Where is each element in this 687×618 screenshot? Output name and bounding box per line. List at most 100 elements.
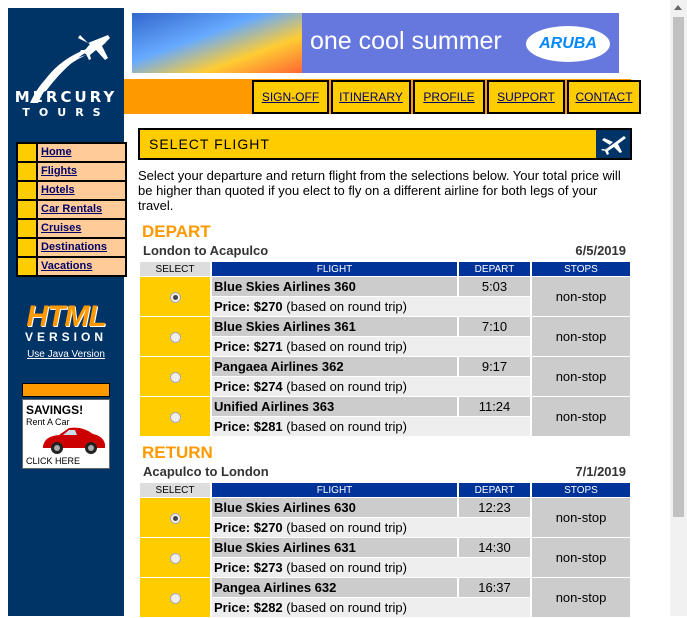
- nav-link-cruises[interactable]: Cruises: [38, 220, 125, 237]
- radio-cell[interactable]: [140, 277, 210, 316]
- radio-button[interactable]: [169, 552, 181, 564]
- html-version-subtitle: VERSION: [24, 330, 107, 344]
- price-value: Price: $270: [214, 520, 283, 535]
- side-nav-row-car-rentals: Car Rentals: [18, 201, 125, 218]
- flight-time: 16:37: [459, 578, 530, 597]
- flight-name: Unified Airlines 363: [212, 397, 457, 416]
- ad-click-here: CLICK HERE: [26, 456, 81, 466]
- depart-route: London to Acapulco 6/5/2019: [143, 243, 626, 258]
- price-note: (based on round trip): [286, 339, 407, 354]
- depart-date: 6/5/2019: [575, 243, 626, 258]
- scroll-up-arrow-icon[interactable]: [674, 5, 682, 10]
- flight-time: 7:10: [459, 317, 530, 336]
- nav-link-car-rentals[interactable]: Car Rentals: [38, 201, 125, 218]
- radio-cell[interactable]: [140, 498, 210, 537]
- select-flight-header: SELECT FLIGHT: [138, 128, 632, 160]
- html-version-title: HTML: [26, 300, 106, 333]
- col-header-stops: STOPS: [532, 483, 630, 497]
- menu-support[interactable]: SUPPORT: [487, 80, 565, 114]
- menu-sign-off[interactable]: SIGN-OFF: [252, 80, 329, 114]
- flight-price: Price: $270 (based on round trip): [212, 518, 530, 537]
- nav-bullet: [18, 239, 38, 256]
- flight-stops: non-stop: [532, 538, 630, 577]
- nav-bullet: [18, 182, 38, 199]
- nav-bullet: [18, 220, 38, 237]
- depart-flights-table: SELECT FLIGHT DEPART STOPS Blue Skies Ai…: [138, 261, 632, 437]
- nav-bullet: [18, 144, 38, 161]
- flight-time: 5:03: [459, 277, 530, 296]
- flight-name: Pangaea Airlines 362: [212, 357, 457, 376]
- table-row: Blue Skies Airlines 630 12:23 non-stop: [140, 498, 630, 537]
- flight-price: Price: $271 (based on round trip): [212, 337, 530, 356]
- radio-button[interactable]: [169, 371, 181, 383]
- flight-stops: non-stop: [532, 277, 630, 316]
- radio-cell[interactable]: [140, 317, 210, 356]
- flight-name: Blue Skies Airlines 360: [212, 277, 457, 296]
- nav-link-flights[interactable]: Flights: [38, 163, 125, 180]
- return-route: Acapulco to London 7/1/2019: [143, 464, 626, 479]
- flight-price: Price: $281 (based on round trip): [212, 417, 530, 436]
- nav-bullet: [18, 258, 38, 275]
- price-note: (based on round trip): [286, 379, 407, 394]
- menu-itinerary[interactable]: ITINERARY: [331, 80, 411, 114]
- price-value: Price: $271: [214, 339, 283, 354]
- car-icon: [43, 427, 105, 454]
- return-flights-table: SELECT FLIGHT DEPART STOPS Blue Skies Ai…: [138, 482, 632, 618]
- promo-banner[interactable]: one cool summer ARUBA: [132, 13, 619, 73]
- price-note: (based on round trip): [286, 419, 407, 434]
- return-date: 7/1/2019: [575, 464, 626, 479]
- intro-text: Select your departure and return flight …: [138, 168, 621, 213]
- flight-stops: non-stop: [532, 357, 630, 396]
- radio-cell[interactable]: [140, 357, 210, 396]
- flight-time: 12:23: [459, 498, 530, 517]
- radio-button[interactable]: [169, 592, 181, 604]
- radio-cell[interactable]: [140, 397, 210, 436]
- price-note: (based on round trip): [286, 520, 407, 535]
- top-menu: SIGN-OFF ITINERARY PROFILE SUPPORT CONTA…: [252, 80, 641, 114]
- col-header-flight: FLIGHT: [212, 483, 457, 497]
- radio-cell[interactable]: [140, 538, 210, 577]
- scrollbar-thumb[interactable]: [673, 17, 684, 517]
- depart-route-name: London to Acapulco: [143, 243, 269, 258]
- menu-contact[interactable]: CONTACT: [567, 80, 641, 114]
- price-value: Price: $274: [214, 379, 283, 394]
- brand-name: MERCURY TOURS: [8, 90, 124, 120]
- price-value: Price: $270: [214, 299, 283, 314]
- menu-profile[interactable]: PROFILE: [413, 80, 485, 114]
- price-note: (based on round trip): [286, 299, 407, 314]
- flight-name: Blue Skies Airlines 630: [212, 498, 457, 517]
- side-nav-row-home: Home: [18, 144, 125, 161]
- col-header-select: SELECT: [140, 262, 210, 276]
- radio-button[interactable]: [169, 512, 181, 524]
- col-header-flight: FLIGHT: [212, 262, 457, 276]
- flight-time: 9:17: [459, 357, 530, 376]
- side-nav-row-hotels: Hotels: [18, 182, 125, 199]
- select-flight-title: SELECT FLIGHT: [149, 136, 270, 152]
- flight-name: Blue Skies Airlines 361: [212, 317, 457, 336]
- flight-stops: non-stop: [532, 498, 630, 537]
- use-java-version-link[interactable]: Use Java Version: [8, 349, 124, 360]
- nav-link-hotels[interactable]: Hotels: [38, 182, 125, 199]
- flight-price: Price: $270 (based on round trip): [212, 297, 530, 316]
- radio-button[interactable]: [169, 411, 181, 423]
- radio-button[interactable]: [169, 331, 181, 343]
- nav-link-destinations[interactable]: Destinations: [38, 239, 125, 256]
- table-row: Unified Airlines 363 11:24 non-stop: [140, 397, 630, 436]
- col-header-depart: DEPART: [459, 262, 530, 276]
- flight-time: 14:30: [459, 538, 530, 557]
- col-header-depart: DEPART: [459, 483, 530, 497]
- side-nav-row-vacations: Vacations: [18, 258, 125, 275]
- rent-a-car-ad[interactable]: SAVINGS! Rent A Car CLICK HERE: [22, 399, 110, 469]
- side-nav-row-cruises: Cruises: [18, 220, 125, 237]
- nav-link-vacations[interactable]: Vacations: [38, 258, 125, 275]
- nav-link-home[interactable]: Home: [38, 144, 125, 161]
- flight-price: Price: $274 (based on round trip): [212, 377, 530, 396]
- flight-stops: non-stop: [532, 317, 630, 356]
- flight-name: Pangea Airlines 632: [212, 578, 457, 597]
- vertical-scrollbar[interactable]: [670, 0, 687, 616]
- radio-cell[interactable]: [140, 578, 210, 617]
- side-nav: Home Flights Hotels Car Rentals Cruises …: [16, 142, 127, 277]
- nav-bullet: [18, 163, 38, 180]
- price-value: Price: $273: [214, 560, 283, 575]
- radio-button[interactable]: [169, 291, 181, 303]
